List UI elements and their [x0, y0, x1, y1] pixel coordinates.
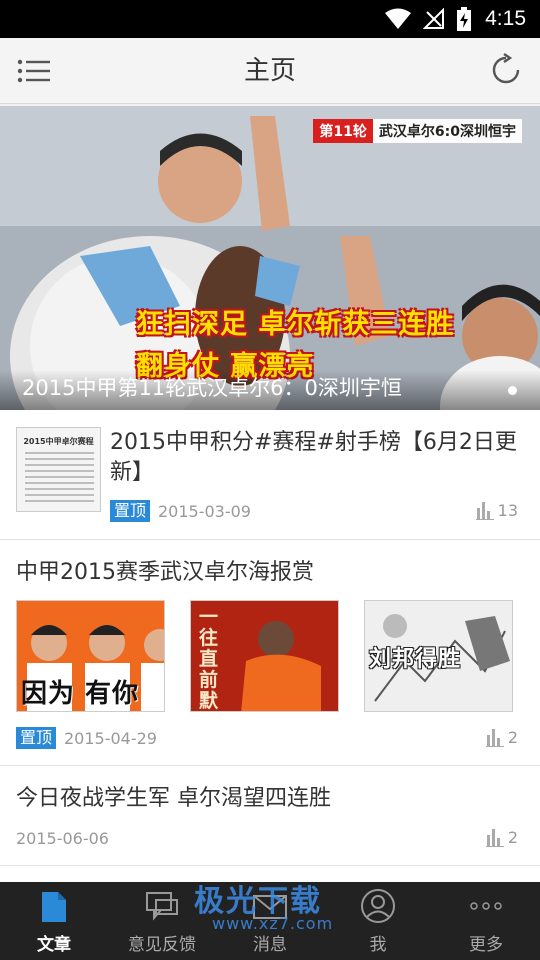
view-count: 13	[475, 501, 518, 520]
no-signal-icon	[423, 8, 445, 30]
stats-bar-icon	[475, 501, 494, 520]
poster-1-text: 因为 有你	[21, 679, 140, 709]
tab-more[interactable]: 更多	[432, 882, 540, 960]
banner-headline-1: 狂扫深足 卓尔斩获三连胜	[136, 309, 455, 340]
article-title[interactable]: 中甲2015赛季武汉卓尔海报赏	[16, 558, 516, 588]
banner-score-tag: 第11轮 武汉卓尔6:0深圳恒宇	[313, 118, 522, 144]
tab-label: 更多	[469, 935, 503, 955]
status-bar: 4:15	[0, 0, 540, 38]
list-item[interactable]: 今日夜战学生军 卓尔渴望四连胜 2015-06-06 2	[0, 766, 540, 866]
list-item[interactable]: 中甲2015赛季武汉卓尔海报赏 因为 有你 一往直前 默 刘邦得胜 置顶 201…	[0, 540, 540, 766]
schedule-table-graphic	[25, 452, 94, 502]
article-feed: 2015中甲卓尔赛程 2015中甲积分#赛程#射手榜【6月2日更新】 置顶 20…	[0, 410, 540, 882]
tab-label: 文章	[37, 935, 71, 955]
featured-banner[interactable]: 第11轮 武汉卓尔6:0深圳恒宇 狂扫深足 卓尔斩获三连胜 翻身仗 赢漂亮 20…	[0, 106, 540, 410]
article-date: 2015-04-29	[64, 729, 157, 748]
pinned-badge: 置顶	[16, 727, 57, 749]
banner-score-label: 武汉卓尔6:0深圳恒宇	[372, 119, 522, 143]
poster-3-text: 刘邦得胜	[369, 647, 462, 672]
profile-icon	[361, 889, 395, 923]
article-title[interactable]: 2015中甲积分#赛程#射手榜【6月2日更新】	[110, 428, 520, 488]
tab-label: 消息	[253, 935, 287, 955]
list-item[interactable]: 2015中甲卓尔赛程 2015中甲积分#赛程#射手榜【6月2日更新】 置顶 20…	[0, 410, 540, 540]
carousel-indicator-dot[interactable]	[508, 386, 517, 395]
banner-caption: 2015中甲第11轮武汉卓尔6：0深圳宇恒	[22, 376, 402, 400]
article-date: 2015-06-06	[16, 829, 109, 848]
stats-bar-icon	[485, 728, 504, 747]
battery-charging-icon	[457, 7, 472, 31]
app-bar: 主页	[0, 38, 540, 104]
article-thumbnail: 2015中甲卓尔赛程	[16, 427, 101, 512]
page-title: 主页	[243, 56, 296, 86]
poster-thumbnail[interactable]: 因为 有你	[16, 600, 165, 712]
tab-label: 我	[369, 935, 387, 955]
view-count: 2	[485, 828, 518, 847]
refresh-icon[interactable]	[488, 52, 524, 88]
pinned-badge: 置顶	[110, 500, 151, 522]
poster-thumbnail[interactable]: 一往直前 默	[190, 600, 339, 712]
view-count-value: 2	[507, 728, 518, 747]
tab-profile[interactable]: 我	[324, 882, 432, 960]
tab-article[interactable]: 文章	[0, 882, 108, 960]
poster-2-text: 一往直前 默	[199, 606, 219, 712]
view-count: 2	[485, 728, 518, 747]
banner-round-label: 第11轮	[313, 119, 373, 143]
more-icon	[470, 902, 502, 910]
wifi-icon	[385, 8, 412, 30]
article-date: 2015-03-09	[158, 502, 251, 521]
article-title[interactable]: 今日夜战学生军 卓尔渴望四连胜	[16, 784, 516, 814]
watermark-url: www.xz7.com	[212, 914, 334, 933]
view-count-value: 2	[507, 828, 518, 847]
stats-bar-icon	[485, 828, 504, 847]
thumbnail-text: 2015中甲卓尔赛程	[23, 437, 94, 446]
tab-label: 意见反馈	[128, 935, 196, 955]
banner-caption-bar: 2015中甲第11轮武汉卓尔6：0深圳宇恒	[0, 370, 540, 410]
article-icon	[42, 892, 66, 922]
view-count-value: 13	[497, 501, 518, 520]
feedback-icon	[146, 892, 178, 921]
status-time: 4:15	[485, 7, 526, 30]
poster-thumbnail[interactable]: 刘邦得胜	[364, 600, 513, 712]
